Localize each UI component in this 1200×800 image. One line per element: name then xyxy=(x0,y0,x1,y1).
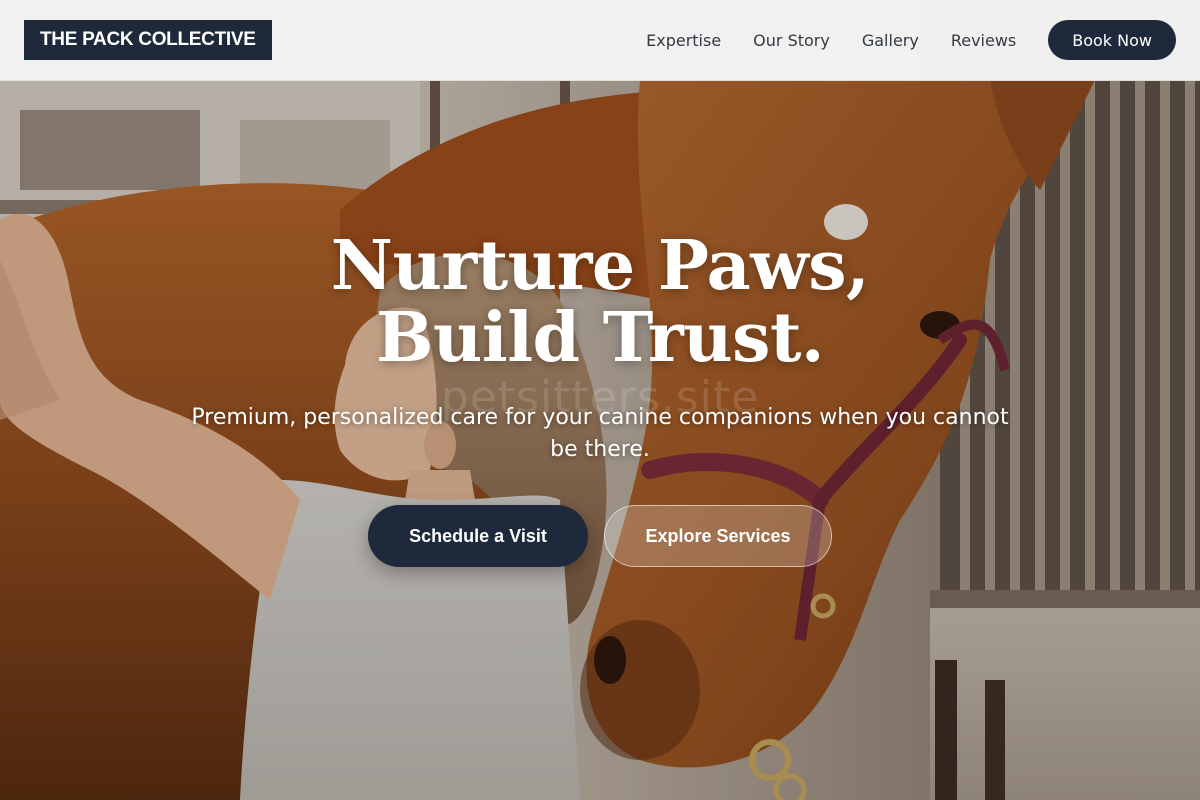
site-header: THE PACK COLLECTIVE Expertise Our Story … xyxy=(0,0,1200,81)
hero-title: Nurture Paws, Build Trust. xyxy=(330,226,870,378)
nav-link-reviews[interactable]: Reviews xyxy=(951,31,1016,50)
hero-content: Nurture Paws, Build Trust. Premium, pers… xyxy=(0,230,1200,466)
brand-logo[interactable]: THE PACK COLLECTIVE xyxy=(24,20,272,60)
nav-link-expertise[interactable]: Expertise xyxy=(646,31,721,50)
main-nav: Expertise Our Story Gallery Reviews Book… xyxy=(646,20,1176,60)
nav-link-our-story[interactable]: Our Story xyxy=(753,31,830,50)
book-now-button[interactable]: Book Now xyxy=(1048,20,1176,60)
hero-cta-row: Schedule a Visit Explore Services xyxy=(0,505,1200,567)
hero-subtitle: Premium, personalized care for your cani… xyxy=(191,405,1009,462)
explore-services-button[interactable]: Explore Services xyxy=(604,505,832,567)
nav-link-gallery[interactable]: Gallery xyxy=(862,31,919,50)
schedule-visit-button[interactable]: Schedule a Visit xyxy=(368,505,588,567)
